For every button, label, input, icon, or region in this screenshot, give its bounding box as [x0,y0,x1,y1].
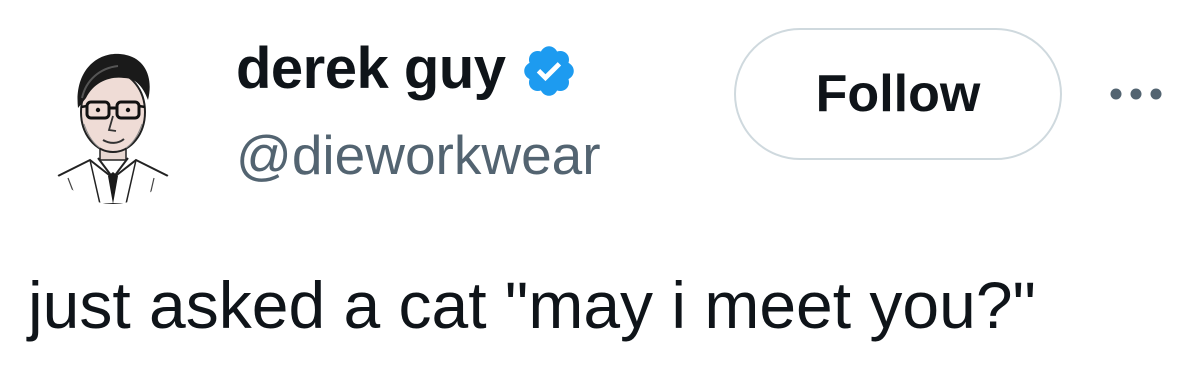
author-avatar[interactable] [38,28,188,204]
author-name-row: derek guy [236,34,578,104]
author-handle[interactable]: @dieworkwear [236,120,601,190]
tweet-text: just asked a cat "may i meet you?" [28,268,1036,342]
follow-button-label: Follow [815,65,981,123]
more-options-button[interactable] [1100,70,1172,118]
author-display-name[interactable]: derek guy [236,34,506,104]
sketch-portrait-icon [44,53,182,204]
follow-button[interactable]: Follow [734,28,1062,160]
more-options-icon [1110,88,1162,100]
verified-badge-icon[interactable] [520,42,578,100]
tweet-card: derek guy @dieworkwear Follow just asked… [0,0,1180,392]
